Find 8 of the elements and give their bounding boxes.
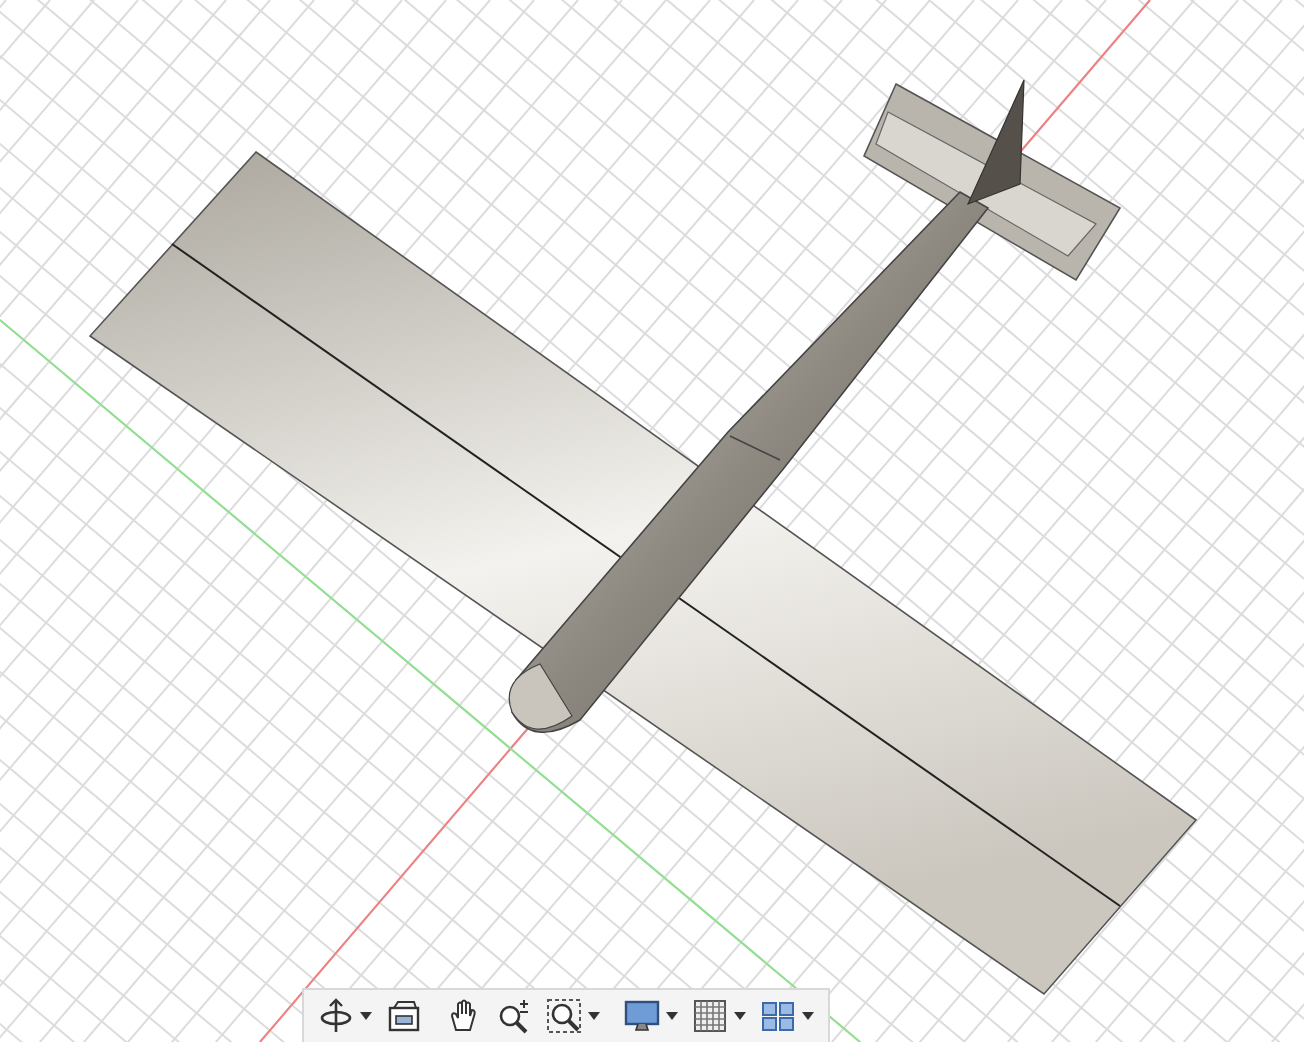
grid-icon [692, 998, 728, 1034]
display-icon [624, 998, 660, 1034]
look-at-icon [386, 998, 422, 1034]
pan-icon [446, 998, 482, 1034]
viewports-icon [760, 998, 796, 1034]
zoom-icon [496, 998, 532, 1034]
orbit-icon [318, 998, 354, 1034]
fit-icon [546, 998, 582, 1034]
